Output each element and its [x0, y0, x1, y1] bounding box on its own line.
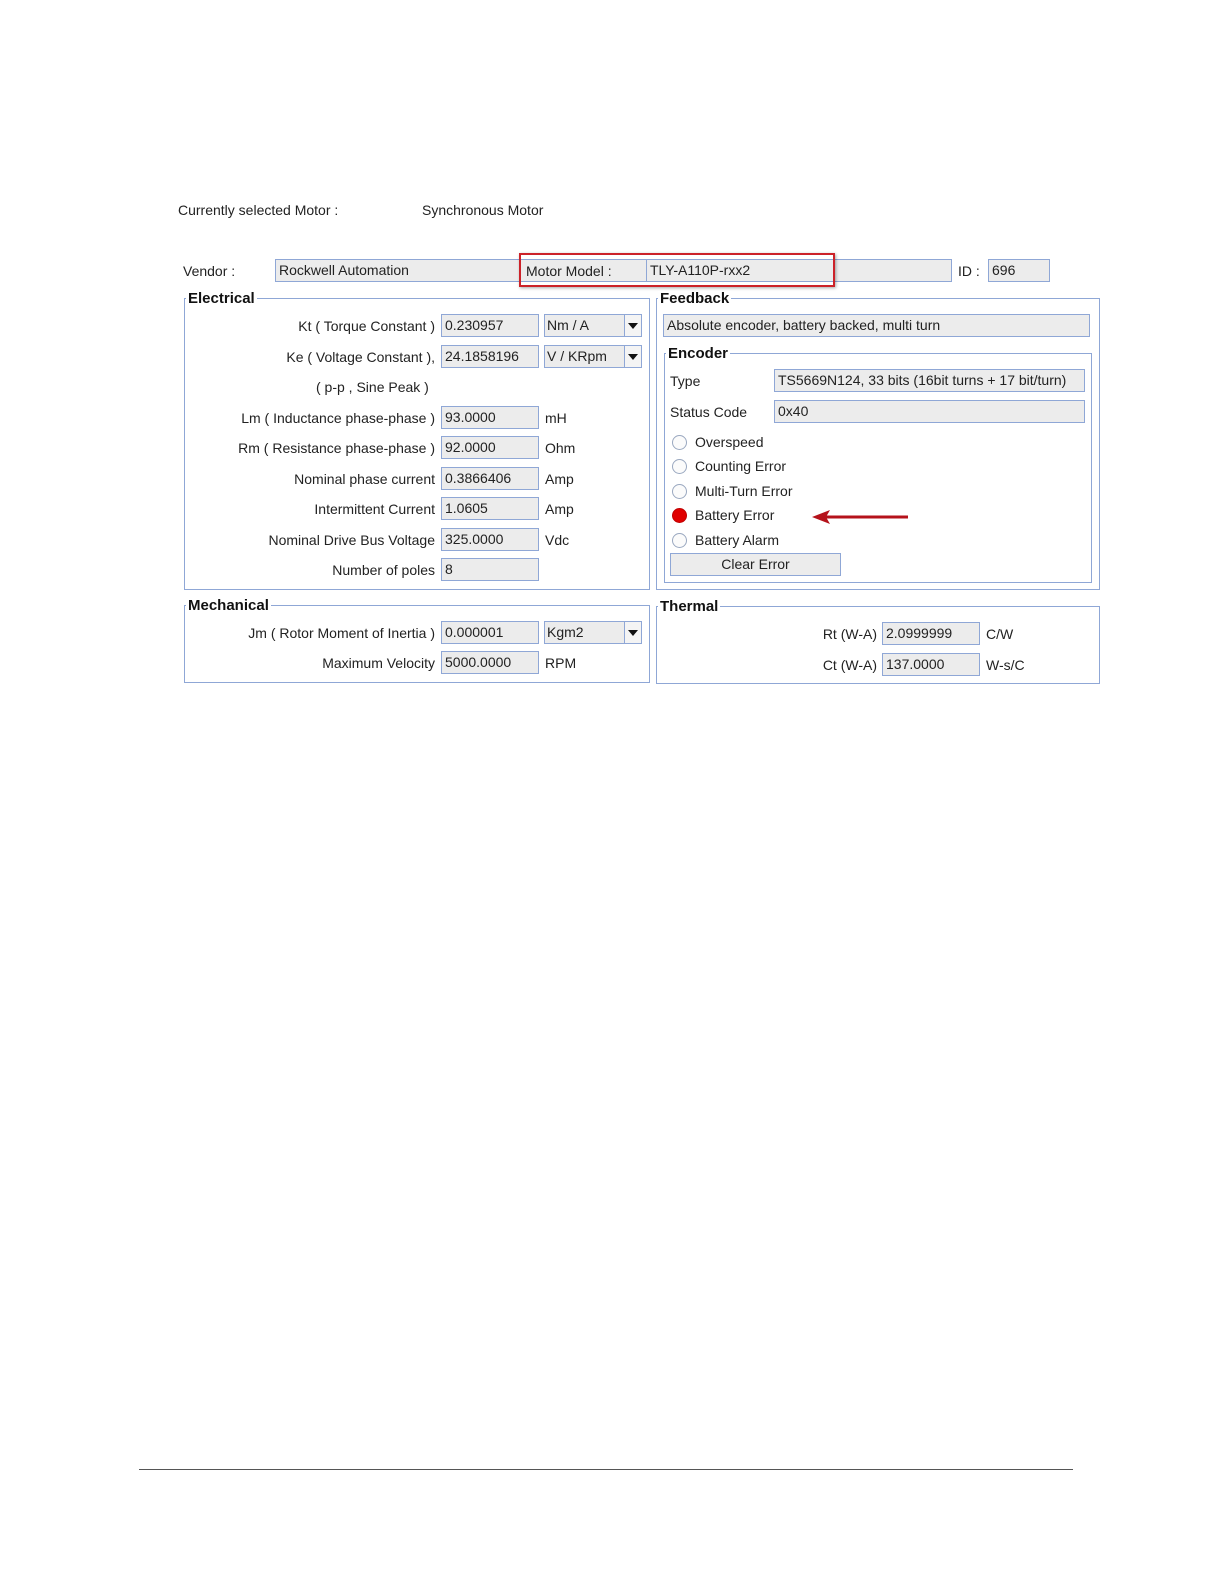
battery-alarm-label: Battery Alarm — [695, 532, 780, 548]
clear-error-button[interactable]: Clear Error — [670, 553, 841, 576]
chevron-down-icon[interactable] — [624, 622, 641, 643]
max-velocity-field[interactable]: 5000.0000 — [441, 651, 539, 674]
multi-turn-error-indicator — [672, 484, 687, 499]
intermittent-current-unit: Amp — [545, 501, 574, 517]
kt-label: Kt ( Torque Constant ) — [298, 318, 435, 334]
lm-field[interactable]: 93.0000 — [441, 406, 539, 429]
encoder-title: Encoder — [666, 345, 731, 362]
overspeed-label: Overspeed — [695, 434, 764, 450]
intermittent-current-field[interactable]: 1.0605 — [441, 497, 539, 520]
current-motor-value: Synchronous Motor — [422, 202, 544, 218]
bus-voltage-unit: Vdc — [545, 532, 570, 548]
bus-voltage-label: Nominal Drive Bus Voltage — [268, 532, 435, 548]
current-motor-label: Currently selected Motor : — [178, 202, 339, 218]
chevron-down-icon[interactable] — [624, 346, 641, 367]
ke-field[interactable]: 24.1858196 — [441, 345, 539, 368]
nominal-current-unit: Amp — [545, 471, 574, 487]
model-highlight-box — [519, 253, 835, 287]
id-label: ID : — [958, 263, 980, 279]
rt-unit: C/W — [986, 626, 1014, 642]
electrical-title: Electrical — [186, 290, 257, 307]
nominal-current-field[interactable]: 0.3866406 — [441, 467, 539, 490]
kt-unit-value: Nm / A — [547, 317, 590, 333]
battery-alarm-indicator — [672, 533, 687, 548]
counting-error-label: Counting Error — [695, 458, 787, 474]
thermal-group — [656, 606, 1100, 684]
rm-field[interactable]: 92.0000 — [441, 436, 539, 459]
lm-label: Lm ( Inductance phase-phase ) — [241, 410, 435, 426]
feedback-description-field[interactable]: Absolute encoder, battery backed, multi … — [663, 314, 1090, 337]
poles-field[interactable]: 8 — [441, 558, 539, 581]
multi-turn-error-label: Multi-Turn Error — [695, 483, 793, 499]
ct-unit: W-s/C — [986, 657, 1025, 673]
lm-unit: mH — [545, 410, 567, 426]
ke-unit-select[interactable]: V / KRpm — [544, 345, 642, 368]
annotation-arrow-icon — [812, 510, 908, 524]
id-field[interactable]: 696 — [988, 259, 1050, 282]
jm-unit-select[interactable]: Kgm2 — [544, 621, 642, 644]
footer-divider — [139, 1469, 1073, 1470]
encoder-type-label: Type — [670, 373, 701, 389]
bus-voltage-field[interactable]: 325.0000 — [441, 528, 539, 551]
jm-label: Jm ( Rotor Moment of Inertia ) — [248, 625, 435, 641]
max-velocity-label: Maximum Velocity — [322, 655, 435, 671]
chevron-down-icon[interactable] — [624, 315, 641, 336]
jm-unit-value: Kgm2 — [547, 624, 584, 640]
rt-field[interactable]: 2.0999999 — [882, 622, 980, 645]
ke-unit-value: V / KRpm — [547, 348, 607, 364]
vendor-label: Vendor : — [183, 263, 236, 279]
rm-label: Rm ( Resistance phase-phase ) — [238, 440, 435, 456]
kt-unit-select[interactable]: Nm / A — [544, 314, 642, 337]
mechanical-group — [184, 605, 650, 683]
ke-label: Ke ( Voltage Constant ), — [286, 349, 435, 365]
encoder-type-field[interactable]: TS5669N124, 33 bits (16bit turns + 17 bi… — [774, 369, 1085, 392]
thermal-title: Thermal — [658, 598, 721, 615]
rm-unit: Ohm — [545, 440, 576, 456]
ct-field[interactable]: 137.0000 — [882, 653, 980, 676]
status-code-field[interactable]: 0x40 — [774, 400, 1085, 423]
kt-field[interactable]: 0.230957 — [441, 314, 539, 337]
battery-error-indicator — [672, 508, 687, 523]
intermittent-current-label: Intermittent Current — [314, 501, 435, 517]
status-code-label: Status Code — [670, 404, 748, 420]
ke-note: ( p-p , Sine Peak ) — [316, 379, 429, 395]
mechanical-title: Mechanical — [186, 597, 271, 614]
overspeed-indicator — [672, 435, 687, 450]
nominal-current-label: Nominal phase current — [294, 471, 435, 487]
jm-field[interactable]: 0.000001 — [441, 621, 539, 644]
rt-label: Rt (W-A) — [822, 626, 877, 642]
max-velocity-unit: RPM — [545, 655, 577, 671]
counting-error-indicator — [672, 459, 687, 474]
poles-label: Number of poles — [332, 562, 435, 578]
ct-label: Ct (W-A) — [822, 657, 877, 673]
feedback-title: Feedback — [658, 290, 732, 307]
battery-error-label: Battery Error — [695, 507, 775, 523]
